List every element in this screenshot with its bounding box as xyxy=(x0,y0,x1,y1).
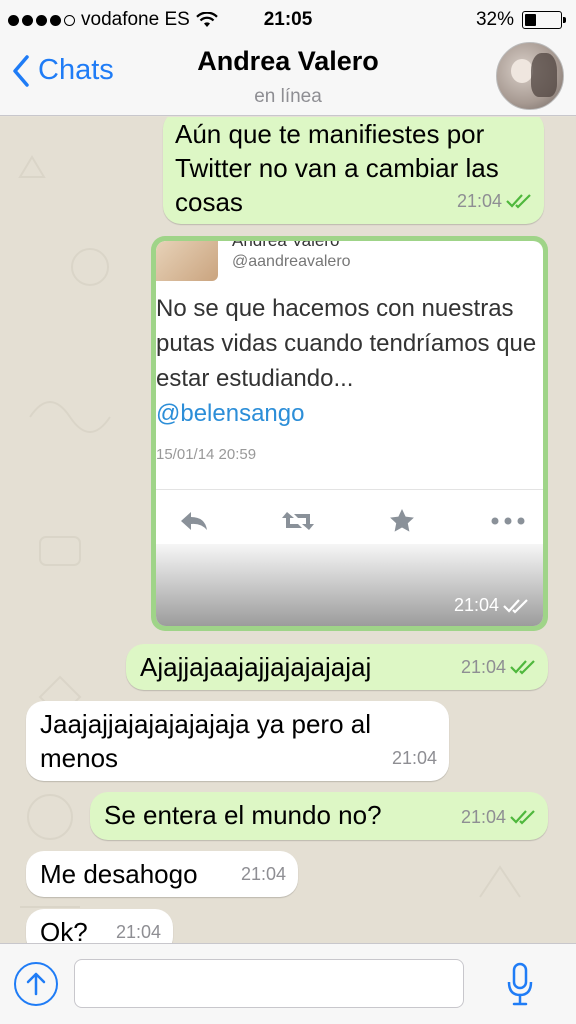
message-time: 21:04 xyxy=(115,922,161,942)
microphone-icon xyxy=(507,962,533,1006)
read-ticks-icon xyxy=(510,660,535,675)
tweet-screenshot: Andrea Valero @aandreavalero No se que h… xyxy=(156,241,543,626)
message-time: 21:04 xyxy=(240,864,286,884)
message-bubble-outgoing[interactable]: Aún que te manifiestes por Twitter no va… xyxy=(163,117,544,224)
message-meta: 21:04 xyxy=(241,857,286,891)
message-bubble-incoming[interactable]: Jaajajjajajajajajaja ya pero al menos 21… xyxy=(26,701,449,781)
navigation-bar: Chats Andrea Valero en línea xyxy=(0,38,576,116)
battery-level xyxy=(525,14,536,26)
message-meta: 21:04 xyxy=(454,595,531,616)
read-ticks-icon xyxy=(506,194,531,209)
more-icon xyxy=(488,501,528,541)
message-text: Ok? xyxy=(40,917,88,943)
message-time: 21:04 xyxy=(460,807,506,827)
tweet-author-avatar xyxy=(156,241,218,281)
chat-area[interactable]: Aún que te manifiestes por Twitter no va… xyxy=(0,117,576,943)
message-text: Se entera el mundo no? xyxy=(104,800,382,830)
tweet-author-name: Andrea Valero xyxy=(232,241,339,251)
message-bubble-outgoing[interactable]: Ajajjajaajajjajajajajaj 21:04 xyxy=(126,644,548,690)
message-meta: 21:04 xyxy=(392,741,437,775)
read-ticks-icon xyxy=(503,598,528,614)
tweet-mention: @belensango xyxy=(156,400,305,427)
attach-button[interactable] xyxy=(14,962,58,1006)
tweet-divider xyxy=(156,489,543,490)
message-text: Ajajjajaajajjajajajajaj xyxy=(140,652,372,682)
battery-percent: 32% xyxy=(475,9,514,30)
contact-status: en línea xyxy=(254,86,322,107)
status-bar: vodafone ES 21:05 32% xyxy=(0,0,576,38)
image-message-tweet[interactable]: Andrea Valero @aandreavalero No se que h… xyxy=(151,236,548,631)
message-time: 21:04 xyxy=(453,595,499,615)
message-bubble-incoming[interactable]: Ok? 21:04 xyxy=(26,909,173,943)
contact-avatar[interactable] xyxy=(496,42,564,110)
message-bubble-outgoing[interactable]: Se entera el mundo no? 21:04 xyxy=(90,792,548,840)
retweet-icon xyxy=(278,501,318,541)
message-input-bar xyxy=(0,943,576,1024)
message-input[interactable] xyxy=(74,959,464,1008)
message-time: 21:04 xyxy=(391,748,437,768)
message-meta: 21:04 xyxy=(116,915,161,943)
tweet-author-handle: @aandreavalero xyxy=(232,253,351,270)
message-bubble-incoming[interactable]: Me desahogo 21:04 xyxy=(26,851,298,897)
tweet-actions xyxy=(156,501,543,541)
message-meta: 21:04 xyxy=(457,184,534,218)
status-right: 32% xyxy=(475,9,566,31)
message-time: 21:04 xyxy=(456,191,502,211)
reply-icon xyxy=(174,501,214,541)
favorite-icon xyxy=(382,501,422,541)
tweet-body: No se que hacemos con nuestras putas vid… xyxy=(156,295,537,392)
tweet-text: No se que hacemos con nuestras putas vid… xyxy=(156,291,542,431)
battery-icon xyxy=(522,11,566,29)
message-time: 21:04 xyxy=(460,657,506,677)
microphone-button[interactable] xyxy=(504,960,536,1008)
tweet-date: 15/01/14 20:59 xyxy=(156,446,257,463)
message-text: Me desahogo xyxy=(40,859,198,889)
message-text: Jaajajjajajajajajaja ya pero al menos xyxy=(40,709,371,773)
contact-name[interactable]: Andrea Valero xyxy=(0,46,576,77)
read-ticks-icon xyxy=(510,810,535,825)
message-meta: 21:04 xyxy=(461,800,538,834)
message-meta: 21:04 xyxy=(461,650,538,684)
share-arrow-icon xyxy=(26,972,46,996)
